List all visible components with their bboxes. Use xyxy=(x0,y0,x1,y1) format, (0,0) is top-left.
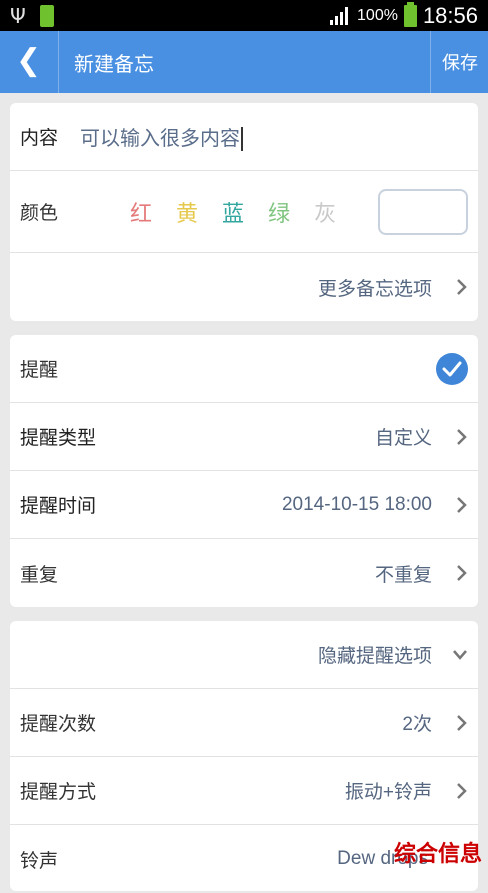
color-option[interactable]: 灰 xyxy=(314,196,336,228)
reminder-time-value: 2014-10-15 18:00 xyxy=(281,493,432,515)
content-input[interactable]: 可以输入很多内容 xyxy=(80,122,244,152)
divider xyxy=(430,31,431,93)
check-circle-icon[interactable] xyxy=(436,352,468,385)
back-button[interactable]: ❮ xyxy=(16,43,41,79)
note-card: 内容 可以输入很多内容 颜色 红黄蓝绿灰 更多备忘选项 xyxy=(10,103,478,321)
ringtone-label: 铃声 xyxy=(20,850,59,872)
chevron-right-icon xyxy=(442,564,468,582)
signal-icon xyxy=(330,6,349,25)
color-label: 颜色 xyxy=(20,203,59,224)
clock: 18:56 xyxy=(422,2,478,28)
reminder-type-row[interactable]: 提醒类型 自定义 xyxy=(10,403,478,471)
more-options-row[interactable]: 更多备忘选项 xyxy=(10,253,478,321)
save-button[interactable]: 保存 xyxy=(442,49,478,75)
status-bar: Ψ 100% 18:56 xyxy=(0,0,488,31)
usb-icon: Ψ xyxy=(10,4,26,28)
color-option[interactable]: 绿 xyxy=(268,196,290,228)
reminder-type-value: 自定义 xyxy=(374,428,432,449)
divider xyxy=(58,31,59,93)
hide-options-row[interactable]: 隐藏提醒选项 xyxy=(10,621,478,689)
reminder-method-value: 振动+铃声 xyxy=(344,782,432,803)
color-options: 红黄蓝绿灰 xyxy=(130,196,336,228)
battery-notification-icon xyxy=(39,5,54,27)
chevron-right-icon xyxy=(442,278,468,296)
chevron-right-icon xyxy=(442,496,468,514)
chevron-right-icon xyxy=(442,428,468,446)
reminder-method-label: 提醒方式 xyxy=(20,782,97,803)
reminder-count-value: 2次 xyxy=(402,714,432,735)
repeat-label: 重复 xyxy=(20,564,59,586)
content-row[interactable]: 内容 可以输入很多内容 xyxy=(10,103,478,171)
page-title: 新建备忘 xyxy=(74,54,154,76)
more-options-label: 更多备忘选项 xyxy=(317,278,432,300)
reminder-type-label: 提醒类型 xyxy=(20,428,97,449)
reminder-count-label: 提醒次数 xyxy=(20,714,97,735)
app-bar: ❮ 新建备忘 保存 xyxy=(0,31,488,93)
color-row: 颜色 红黄蓝绿灰 xyxy=(10,171,478,253)
battery-percent: 100% xyxy=(357,6,398,24)
text-caret xyxy=(241,127,244,152)
chevron-right-icon xyxy=(442,782,468,800)
reminder-time-label: 提醒时间 xyxy=(20,496,97,517)
content-label: 内容 xyxy=(20,128,59,149)
reminder-method-row[interactable]: 提醒方式 振动+铃声 xyxy=(10,757,478,825)
hide-options-label: 隐藏提醒选项 xyxy=(317,646,432,667)
watermark: 综合信息 xyxy=(393,841,482,866)
battery-icon xyxy=(403,1,417,27)
repeat-value: 不重复 xyxy=(374,564,432,586)
repeat-row[interactable]: 重复 不重复 xyxy=(10,539,478,607)
color-option[interactable]: 红 xyxy=(130,196,152,228)
chevron-down-icon xyxy=(442,649,468,661)
reminder-count-row[interactable]: 提醒次数 2次 xyxy=(10,689,478,757)
chevron-right-icon xyxy=(442,714,468,732)
reminder-time-row[interactable]: 提醒时间 2014-10-15 18:00 xyxy=(10,471,478,539)
color-option[interactable]: 蓝 xyxy=(222,196,244,228)
custom-color-button[interactable] xyxy=(378,188,468,235)
color-option[interactable]: 黄 xyxy=(176,196,198,228)
reminder-card: 提醒 提醒类型 自定义 提醒时间 2014-10-15 18:00 重复 不重复 xyxy=(10,335,478,607)
reminder-toggle-row[interactable]: 提醒 xyxy=(10,335,478,403)
reminder-label: 提醒 xyxy=(20,360,59,381)
